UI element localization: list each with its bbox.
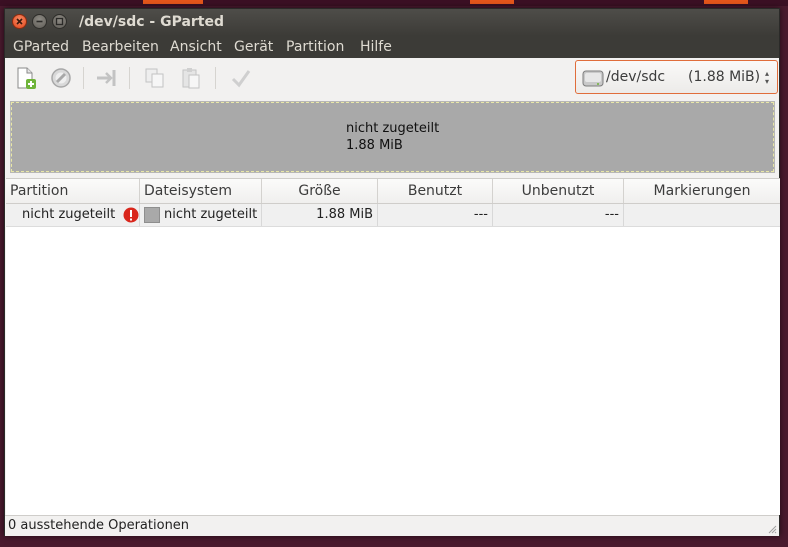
desktop-tab-marker <box>470 0 514 4</box>
partition-table: Partition Dateisystem Größe Benutzt Unbe… <box>6 178 780 515</box>
toolbar: /dev/sdc (1.88 MiB) ▴ ▾ <box>5 58 779 100</box>
title-bar: /dev/sdc - GParted <box>5 9 779 36</box>
column-header-unbenutzt[interactable]: Unbenutzt <box>493 179 624 203</box>
flags-cell <box>624 204 780 226</box>
graph-partition-label: nicht zugeteilt <box>346 121 440 136</box>
maximize-button[interactable] <box>52 14 67 29</box>
resize-grip-icon[interactable] <box>767 524 777 534</box>
filesystem-cell: nicht zugeteilt <box>140 204 262 226</box>
menu-bearbeiten[interactable]: Bearbeiten <box>82 39 159 55</box>
column-header-partition[interactable]: Partition <box>6 179 140 203</box>
menu-bar: GParted Bearbeiten Ansicht Gerät Partiti… <box>5 36 779 58</box>
menu-gparted[interactable]: GParted <box>13 39 69 55</box>
device-size: (1.88 MiB) <box>688 69 761 85</box>
used-cell: --- <box>378 204 493 226</box>
partition-graph[interactable]: nicht zugeteilt 1.88 MiB <box>10 101 775 173</box>
menu-hilfe[interactable]: Hilfe <box>360 39 392 55</box>
resize-move-icon[interactable] <box>95 66 119 90</box>
warning-icon <box>123 207 139 223</box>
status-bar: 0 ausstehende Operationen <box>5 515 779 536</box>
window-title: /dev/sdc - GParted <box>79 14 225 30</box>
table-header: Partition Dateisystem Größe Benutzt Unbe… <box>6 179 780 204</box>
dropdown-arrows-icon: ▴ ▾ <box>764 69 769 86</box>
column-header-benutzt[interactable]: Benutzt <box>378 179 493 203</box>
toolbar-separator <box>83 67 84 89</box>
delete-icon[interactable] <box>49 66 73 90</box>
column-header-dateisystem[interactable]: Dateisystem <box>140 179 262 203</box>
column-header-markierungen[interactable]: Markierungen <box>624 179 780 203</box>
gparted-window: /dev/sdc - GParted GParted Bearbeiten An… <box>4 8 780 536</box>
menu-ansicht[interactable]: Ansicht <box>170 39 222 55</box>
hard-disk-icon <box>582 70 604 87</box>
minimize-button[interactable] <box>32 14 47 29</box>
close-icon <box>16 18 23 25</box>
graph-partition-size: 1.88 MiB <box>346 138 403 153</box>
copy-icon[interactable] <box>143 66 167 90</box>
toolbar-separator <box>129 67 130 89</box>
desktop-top-strip <box>0 0 788 6</box>
desktop-tab-marker <box>143 0 203 4</box>
minimize-icon <box>36 20 43 23</box>
device-name: /dev/sdc <box>606 69 666 85</box>
unused-cell: --- <box>493 204 624 226</box>
menu-partition[interactable]: Partition <box>286 39 344 55</box>
partition-name: nicht zugeteilt <box>22 207 116 222</box>
column-header-groesse[interactable]: Größe <box>262 179 378 203</box>
maximize-icon <box>55 17 64 26</box>
paste-icon[interactable] <box>179 66 203 90</box>
desktop-tab-marker <box>704 0 748 4</box>
size-cell: 1.88 MiB <box>262 204 378 226</box>
table-row[interactable]: nicht zugeteilt nicht zugeteilt 1.88 MiB… <box>6 204 780 227</box>
apply-icon[interactable] <box>229 66 253 90</box>
filesystem-name: nicht zugeteilt <box>164 207 258 222</box>
partition-cell: nicht zugeteilt <box>6 204 140 226</box>
menu-geraet[interactable]: Gerät <box>234 39 273 55</box>
pending-operations-status: 0 ausstehende Operationen <box>8 518 190 533</box>
new-partition-icon[interactable] <box>13 66 37 90</box>
toolbar-separator <box>215 67 216 89</box>
filesystem-color-swatch <box>144 207 160 223</box>
device-selector[interactable]: /dev/sdc (1.88 MiB) ▴ ▾ <box>575 60 778 94</box>
close-button[interactable] <box>12 14 27 29</box>
